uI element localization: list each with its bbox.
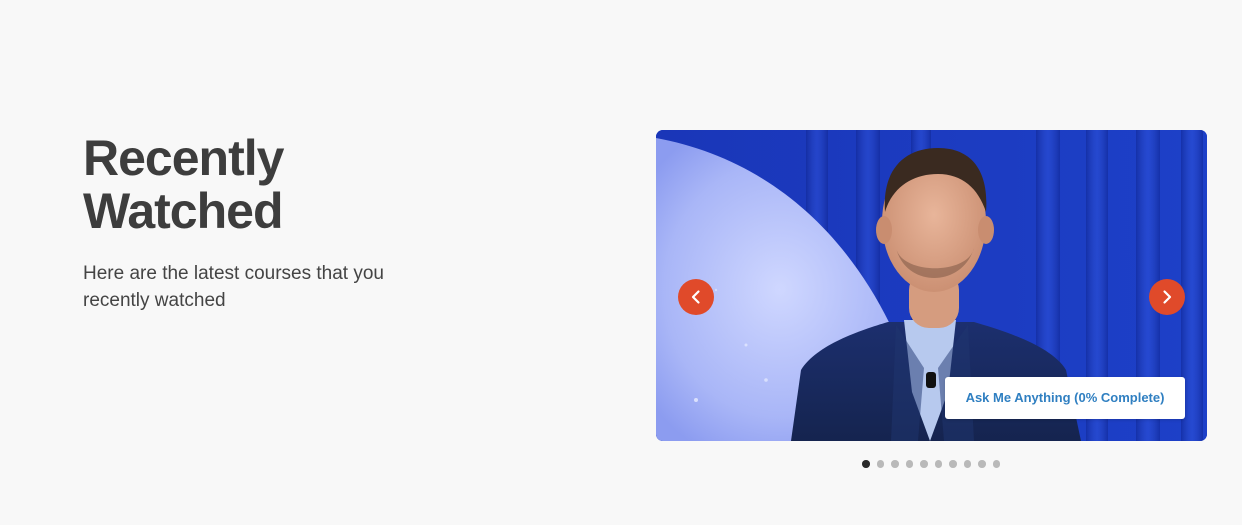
section-subtitle: Here are the latest courses that you rec… xyxy=(83,263,384,311)
pagination-dot[interactable] xyxy=(978,460,986,468)
pagination-dot[interactable] xyxy=(963,460,971,468)
course-title-badge[interactable]: Ask Me Anything (0% Complete) xyxy=(945,377,1185,419)
pagination-dot[interactable] xyxy=(934,460,942,468)
carousel-prev-button[interactable] xyxy=(678,279,714,315)
pagination-dot[interactable] xyxy=(862,460,870,468)
pagination-dot[interactable] xyxy=(891,460,899,468)
pagination-dot[interactable] xyxy=(992,460,1000,468)
course-carousel-slide[interactable]: Ask Me Anything (0% Complete) xyxy=(656,130,1207,441)
chevron-left-icon xyxy=(691,290,700,304)
section-title: Recently Watched xyxy=(83,130,284,239)
pagination-dot[interactable] xyxy=(905,460,913,468)
pagination-dot[interactable] xyxy=(949,460,957,468)
chevron-right-icon xyxy=(1163,290,1172,304)
carousel-pagination xyxy=(862,460,1000,468)
pagination-dot[interactable] xyxy=(876,460,884,468)
pagination-dot[interactable] xyxy=(920,460,928,468)
carousel-next-button[interactable] xyxy=(1149,279,1185,315)
